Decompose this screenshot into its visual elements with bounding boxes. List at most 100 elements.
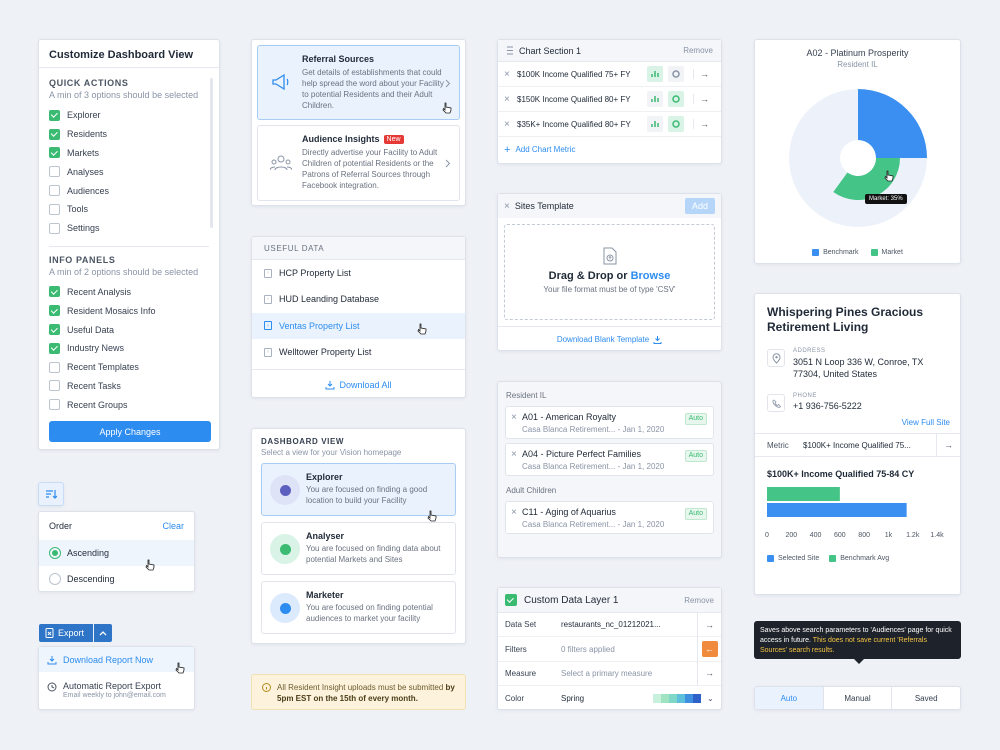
tab-manual[interactable]: Manual <box>822 687 892 709</box>
close-icon[interactable]: × <box>511 412 517 423</box>
bar-chart-icon[interactable] <box>647 66 663 82</box>
checkbox[interactable] <box>49 166 60 178</box>
quick-action-option[interactable]: Explorer <box>49 106 209 125</box>
dropzone[interactable]: Drag & Drop or Browse Your file format m… <box>504 224 715 320</box>
export-button[interactable]: Export <box>39 624 93 642</box>
compass-icon <box>270 475 300 505</box>
checkbox[interactable] <box>49 109 60 121</box>
sort-button[interactable] <box>38 482 64 506</box>
arrow-right-icon[interactable]: → <box>693 94 715 104</box>
quick-action-option[interactable]: Settings <box>49 219 209 238</box>
quick-action-option[interactable]: Markets <box>49 144 209 163</box>
quick-action-option[interactable]: Analyses <box>49 162 209 181</box>
pie-chart-icon[interactable] <box>668 116 684 132</box>
arrow-right-icon[interactable]: → <box>697 612 721 637</box>
resident-sub: Casa Blanca Retirement... - Jan 1, 2020 <box>522 462 665 471</box>
quick-action-option[interactable]: Audiences <box>49 181 209 200</box>
checkbox[interactable] <box>49 128 60 140</box>
quick-actions-list: Explorer Residents Markets Analyses Audience… <box>49 106 209 238</box>
info-panel-option[interactable]: Recent Groups <box>49 395 209 414</box>
useful-data-item[interactable]: › Welltower Property List <box>252 339 465 365</box>
layer-checkbox[interactable] <box>505 594 517 606</box>
layer-row[interactable]: Data Set restaurants_nc_01212021... → <box>498 612 721 638</box>
order-option-descending[interactable]: Descending <box>39 566 194 592</box>
download-blank-template-link[interactable]: Download Blank Template <box>498 327 721 351</box>
checkbox[interactable] <box>49 380 60 392</box>
chevron-right-icon <box>445 79 451 88</box>
checkbox[interactable] <box>49 203 60 215</box>
bar-chart-icon[interactable] <box>647 91 663 107</box>
pie-chart-icon[interactable] <box>668 66 684 82</box>
radio-unselected[interactable] <box>49 573 61 585</box>
checkbox[interactable] <box>49 361 60 373</box>
close-icon[interactable]: × <box>504 94 512 105</box>
layer-row[interactable]: Measure Select a primary measure → <box>498 661 721 687</box>
resident-il-list: × A01 - American Royalty Casa Blanca Retir… <box>505 406 714 476</box>
checkbox[interactable] <box>49 342 60 354</box>
arrow-right-icon[interactable]: → <box>693 69 715 79</box>
close-icon[interactable]: × <box>504 69 512 80</box>
info-panel-option[interactable]: Recent Analysis <box>49 283 209 302</box>
resident-item[interactable]: × A04 - Picture Perfect Families Casa Blan… <box>505 443 714 476</box>
checkbox[interactable] <box>49 286 60 298</box>
add-button[interactable]: Add <box>684 198 715 214</box>
arrow-right-icon[interactable]: → <box>936 433 960 457</box>
remove-link[interactable]: Remove <box>684 596 714 605</box>
checkbox[interactable] <box>49 399 60 411</box>
useful-data-item[interactable]: › HUD Leanding Database <box>252 286 465 312</box>
quick-action-option[interactable]: Residents <box>49 125 209 144</box>
checkbox[interactable] <box>49 222 60 234</box>
automatic-export-sub: Email weekly to john@email.com <box>63 692 166 699</box>
close-icon[interactable]: × <box>504 201 510 212</box>
checkbox[interactable] <box>49 305 60 317</box>
close-icon[interactable]: × <box>511 507 517 518</box>
layer-row[interactable]: Filters 0 filters applied ← <box>498 636 721 662</box>
tab-auto[interactable]: Auto <box>755 687 823 709</box>
layer-row[interactable]: Color Spring ⌄ <box>498 686 721 710</box>
radio-selected[interactable] <box>49 547 61 559</box>
add-chart-metric-link[interactable]: + Add Chart Metric <box>498 137 721 162</box>
pie-chart-icon[interactable] <box>668 91 684 107</box>
dashboard-view-option[interactable]: Explorer You are focused on finding a goo… <box>261 463 456 516</box>
info-panel-option[interactable]: Resident Mosaics Info <box>49 301 209 320</box>
download-report-item[interactable]: Download Report Now <box>39 647 194 672</box>
audience-insights-item[interactable]: Audience Insights New Directly advertise… <box>257 125 460 201</box>
view-full-site-link[interactable]: View Full Site <box>755 411 960 427</box>
scrollbar[interactable] <box>210 78 213 228</box>
checkbox[interactable] <box>49 147 60 159</box>
info-panel-option[interactable]: Useful Data <box>49 320 209 339</box>
info-panel-option[interactable]: Industry News <box>49 339 209 358</box>
export-toggle-button[interactable] <box>94 624 112 642</box>
order-panel: Order Clear Ascending Descending <box>38 511 195 592</box>
dashboard-view-option[interactable]: Analyser You are focused on finding data … <box>261 522 456 575</box>
info-panel-option[interactable]: Recent Tasks <box>49 377 209 396</box>
arrow-right-icon[interactable]: → <box>693 119 715 129</box>
apply-changes-button[interactable]: Apply Changes <box>49 421 211 443</box>
quick-action-option[interactable]: Tools <box>49 200 209 219</box>
download-all-link[interactable]: Download All <box>252 370 465 400</box>
checkbox[interactable] <box>49 324 60 336</box>
chevron-down-icon[interactable]: ⌄ <box>707 694 721 703</box>
drag-handle-icon[interactable] <box>506 46 514 55</box>
info-panel-option[interactable]: Recent Templates <box>49 358 209 377</box>
useful-data-item[interactable]: › Ventas Property List <box>252 312 465 339</box>
close-icon[interactable]: × <box>504 119 512 130</box>
resident-item[interactable]: × A01 - American Royalty Casa Blanca Retir… <box>505 406 714 439</box>
automatic-export-item[interactable]: Automatic Report Export Email weekly to … <box>39 672 194 699</box>
referral-sources-item[interactable]: Referral Sources Get details of establis… <box>257 45 460 120</box>
remove-link[interactable]: Remove <box>683 46 713 55</box>
browse-link[interactable]: Browse <box>631 270 671 282</box>
metric-select[interactable]: Metric $100K+ Income Qualified 75... → <box>755 433 960 457</box>
color-scale[interactable] <box>653 693 701 703</box>
order-option-ascending[interactable]: Ascending <box>39 540 194 566</box>
tab-saved[interactable]: Saved <box>891 687 960 709</box>
dashboard-view-option[interactable]: Marketer You are focused on finding poten… <box>261 581 456 634</box>
bar-chart-icon[interactable] <box>647 116 663 132</box>
useful-data-item[interactable]: › HCP Property List <box>252 260 465 286</box>
filter-back-button[interactable]: ← <box>697 636 721 662</box>
arrow-right-icon[interactable]: → <box>697 661 721 686</box>
close-icon[interactable]: × <box>511 449 517 460</box>
clear-link[interactable]: Clear <box>162 521 184 531</box>
checkbox[interactable] <box>49 185 60 197</box>
resident-item[interactable]: × C11 - Aging of Aquarius Casa Blanca Reti… <box>505 501 714 534</box>
